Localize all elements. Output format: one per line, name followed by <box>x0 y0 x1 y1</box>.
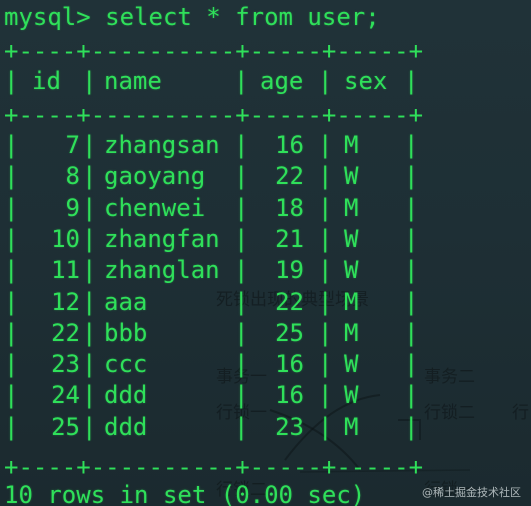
column-divider: | <box>318 350 333 379</box>
column-header-name: name <box>104 67 162 95</box>
cell-name: ddd <box>104 381 148 410</box>
cell-id: 10 <box>51 224 80 253</box>
cell-sex: W <box>344 350 359 379</box>
cell-age: 25 <box>275 318 304 347</box>
result-summary: 10 rows in set (0.00 sec) <box>4 481 366 506</box>
cell-sex: W <box>344 381 359 410</box>
table-separator-top: +----+----------+-----+-----+ <box>4 37 424 65</box>
cell-sex: M <box>344 287 359 316</box>
cell-name: chenwei <box>104 193 206 222</box>
cell-name: zhanglan <box>104 256 220 285</box>
cell-age: 19 <box>275 256 304 285</box>
column-header-age: age <box>260 67 304 95</box>
sql-command-line[interactable]: mysql> select * from user; <box>4 2 380 32</box>
column-divider: | <box>82 318 97 347</box>
column-divider: | <box>82 131 97 159</box>
column-divider: | <box>404 131 419 159</box>
source-watermark: @稀土掘金技术社区 <box>422 486 521 499</box>
table-header-row: | id | name | age | sex | <box>4 67 419 95</box>
cell-name: aaa <box>104 287 148 316</box>
column-divider: | <box>404 193 419 222</box>
column-divider: | <box>318 412 333 441</box>
cell-sex: M <box>344 318 359 347</box>
column-divider: | <box>404 412 419 441</box>
column-divider: | <box>404 350 419 379</box>
column-divider: | <box>318 131 333 159</box>
column-divider: | <box>318 381 333 410</box>
cell-age: 16 <box>275 131 304 159</box>
cell-name: ddd <box>104 412 148 441</box>
cell-id: 24 <box>51 381 80 410</box>
cell-age: 23 <box>275 412 304 441</box>
column-divider: | <box>318 224 333 253</box>
cell-sex: W <box>344 162 359 191</box>
column-divider: | <box>318 287 333 316</box>
table-separator-bottom: +----+----------+-----+-----+ <box>4 453 424 481</box>
column-divider: | <box>404 162 419 191</box>
cell-name: zhangsan <box>104 131 220 159</box>
column-divider: | <box>404 256 419 285</box>
cell-age: 21 <box>275 224 304 253</box>
cell-name: bbb <box>104 318 148 347</box>
column-divider: | <box>318 193 333 222</box>
cell-name: ccc <box>104 350 148 379</box>
cell-id: 23 <box>51 350 80 379</box>
cell-age: 16 <box>275 350 304 379</box>
column-divider: | <box>82 256 97 285</box>
cell-id: 22 <box>51 318 80 347</box>
cell-sex: W <box>344 256 359 285</box>
cell-id: 8 <box>65 162 80 191</box>
column-header-id: id <box>32 67 61 95</box>
cell-age: 18 <box>275 193 304 222</box>
cell-id: 11 <box>51 256 80 285</box>
cell-age: 16 <box>275 381 304 410</box>
column-divider: | <box>82 381 97 410</box>
cell-sex: M <box>344 193 359 222</box>
column-divider: | <box>404 287 419 316</box>
cell-age: 22 <box>275 162 304 191</box>
ghost-row-lock-partial: 行 <box>512 403 529 423</box>
cell-age: 22 <box>275 287 304 316</box>
column-divider: | <box>82 412 97 441</box>
table-separator-header: +----+----------+-----+-----+ <box>4 101 424 129</box>
column-divider: | <box>404 381 419 410</box>
cell-id: 7 <box>65 131 80 159</box>
cell-sex: M <box>344 412 359 441</box>
cell-name: zhangfan <box>104 224 220 253</box>
column-divider: | <box>404 318 419 347</box>
cell-id: 9 <box>65 193 80 222</box>
cell-sex: W <box>344 224 359 253</box>
cell-name: gaoyang <box>104 162 206 191</box>
cell-id: 12 <box>51 287 80 316</box>
column-divider: | <box>82 193 97 222</box>
cell-sex: M <box>344 131 359 159</box>
column-header-sex: sex <box>344 67 388 95</box>
cell-id: 25 <box>51 412 80 441</box>
column-divider: | <box>82 162 97 191</box>
column-divider: | <box>82 287 97 316</box>
column-divider: | <box>404 224 419 253</box>
column-divider: | <box>318 256 333 285</box>
column-divider: | <box>318 162 333 191</box>
ghost-row-lock-two: 行锁二 <box>424 403 475 423</box>
column-divider: | <box>82 224 97 253</box>
column-divider: | <box>318 318 333 347</box>
column-divider: | <box>82 350 97 379</box>
ghost-transaction-two: 事务二 <box>424 367 475 387</box>
terminal-window[interactable]: 死锁出现的典型场景 事务一 事务二 行锁一 行锁二 行 行锁二 行锁一 mysq… <box>0 0 531 506</box>
